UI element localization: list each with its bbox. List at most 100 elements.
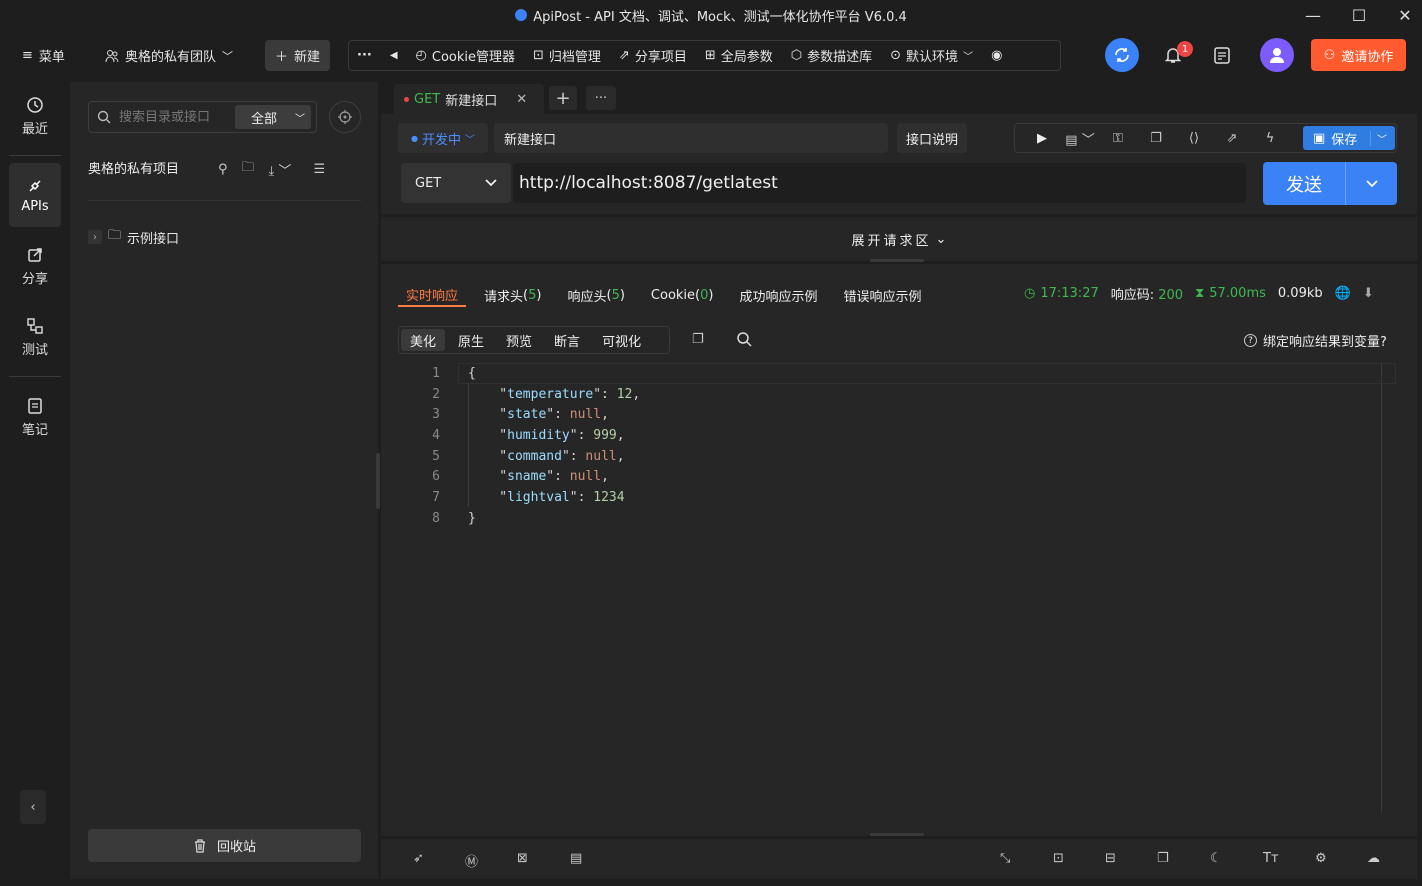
archive-button[interactable]: ⊡ 归档管理	[533, 46, 601, 65]
team-selector[interactable]: 奥格的私有团队 ﹀	[105, 46, 233, 65]
nav-item-apis[interactable]: APIs	[9, 163, 61, 227]
nav-item-test[interactable]: 测试	[9, 305, 61, 369]
view-visualize[interactable]: 可视化	[593, 329, 650, 351]
view-raw[interactable]: 原生	[449, 329, 493, 351]
tab-success-example[interactable]: 成功响应示例	[739, 283, 829, 307]
maximize-button[interactable]: ☐	[1336, 0, 1382, 30]
rocket-icon[interactable]: ➶	[413, 851, 424, 866]
share-icon[interactable]: ⇗	[1213, 131, 1251, 146]
invite-button[interactable]: ⚇ 邀请协作	[1311, 39, 1406, 71]
notes-button[interactable]	[1205, 38, 1239, 72]
tab-response-headers[interactable]: 响应头(5)	[567, 283, 636, 307]
status-select[interactable]: ● 开发中 ﹀	[398, 123, 488, 153]
tab-realtime[interactable]: 实时响应	[398, 283, 467, 307]
download-icon[interactable]: ⬇	[1363, 286, 1374, 301]
settings-icon[interactable]: ⚙	[1315, 851, 1327, 866]
count: 5	[528, 287, 537, 303]
terminal-icon[interactable]: ⊡	[1053, 851, 1064, 866]
view-assert[interactable]: 断言	[545, 329, 589, 351]
lock-icon[interactable]: ⚿	[1099, 131, 1137, 146]
tab-cookie[interactable]: Cookie(0)	[651, 283, 726, 307]
cookie-manager-button[interactable]: ◴ Cookie管理器	[416, 46, 515, 65]
add-tab-button[interactable]: +	[549, 86, 577, 110]
scope-select[interactable]: 全部 ﹀	[235, 105, 311, 129]
search-icon	[97, 110, 111, 124]
cookie-icon: ◴	[415, 48, 427, 63]
close-icon[interactable]: ✕	[516, 92, 527, 107]
code-text: "lightval": 1234	[468, 490, 625, 506]
search-icon[interactable]	[736, 331, 752, 347]
double-chevron-down-icon: ⌄	[935, 231, 947, 247]
response-body-editor[interactable]: 1{2 "temperature": 12, 3 "state": null, 4 …	[398, 363, 1397, 813]
view-preview[interactable]: 预览	[497, 329, 541, 351]
environment-selector[interactable]: ⊙ 默认环境 ﹀	[890, 46, 973, 65]
team-icon	[105, 49, 119, 62]
recycle-bin-button[interactable]: 回收站	[88, 829, 361, 862]
menu-icon: ≡	[22, 48, 33, 63]
save-button[interactable]: ▣ 保存 ﹀	[1303, 126, 1395, 150]
more-icon[interactable]: ···	[357, 48, 372, 63]
response-tabs: 实时响应 请求头(5) 响应头(5) Cookie(0) 成功响应示例 错误响应…	[398, 283, 948, 307]
locate-button[interactable]	[329, 101, 361, 133]
tree-folder[interactable]: › 🗀 示例接口	[88, 226, 179, 248]
method-select[interactable]: GET	[401, 163, 511, 203]
tab-more-button[interactable]: ···	[586, 86, 616, 110]
avatar[interactable]	[1260, 38, 1294, 72]
json-key: humidity	[507, 427, 570, 443]
resize-handle[interactable]	[870, 833, 924, 836]
expand-request-bar[interactable]: 展开请求区 ⌄	[381, 217, 1417, 261]
json-key: sname	[507, 469, 547, 485]
cloud-download-icon[interactable]: ☁	[1367, 851, 1380, 866]
flash-icon[interactable]: ϟ	[1251, 131, 1289, 146]
bind-to-variable-link[interactable]: ? 绑定响应结果到变量?	[1244, 331, 1387, 350]
add-api-icon[interactable]: ⚲	[218, 162, 228, 177]
archive-icon[interactable]: ▤	[570, 851, 582, 866]
nav-item-notes[interactable]: 笔记	[9, 385, 61, 449]
scroll-left-icon[interactable]: ◀	[390, 50, 398, 61]
request-tab[interactable]: GET 新建接口 ✕	[394, 84, 544, 114]
chevron-down-icon[interactable]: ﹀	[1370, 130, 1387, 146]
code-icon[interactable]: ⟨⟩	[1175, 131, 1213, 146]
minimize-button[interactable]: —	[1290, 0, 1336, 30]
api-name-input[interactable]: 新建接口	[494, 123, 888, 153]
import-icon[interactable]: ⤓ ﹀	[269, 160, 292, 179]
markdown-icon[interactable]: Ⓜ	[465, 851, 478, 870]
param-library-button[interactable]: ⬡ 参数描述库	[791, 46, 872, 65]
line-number: 7	[432, 490, 440, 506]
chevron-right-icon[interactable]: ›	[88, 230, 102, 244]
globe-icon[interactable]: 🌐	[1335, 286, 1351, 301]
resize-handle[interactable]	[870, 259, 924, 262]
nav-item-recent[interactable]: 最近	[9, 84, 61, 148]
search-input[interactable]	[119, 109, 227, 125]
sync-button[interactable]	[1105, 38, 1139, 72]
sort-icon[interactable]: ☰	[313, 162, 325, 177]
moon-icon[interactable]: ☾	[1210, 851, 1222, 866]
url-input[interactable]: http://localhost:8087/getlatest	[513, 163, 1246, 203]
run-icon[interactable]: ▶	[1023, 131, 1061, 146]
doc-icon[interactable]: ▤ ﹀	[1061, 129, 1099, 148]
close-window-button[interactable]: ✕	[1382, 0, 1422, 30]
new-folder-icon[interactable]: 🗀	[242, 158, 255, 180]
tab-error-example[interactable]: 错误响应示例	[844, 283, 934, 307]
tab-request-headers[interactable]: 请求头(5)	[484, 283, 553, 307]
editor-scrollbar[interactable]	[1381, 363, 1397, 813]
compress-icon[interactable]: ⤡	[1000, 851, 1010, 866]
nav-item-share[interactable]: 分享	[9, 234, 61, 298]
sidebar-resize-handle[interactable]	[376, 453, 380, 509]
send-button[interactable]: 发送	[1263, 162, 1397, 205]
copy-icon[interactable]: ❐	[1157, 851, 1169, 866]
layout-icon[interactable]: ⊟	[1105, 851, 1116, 866]
new-button[interactable]: ＋ 新建	[265, 40, 330, 71]
font-size-icon[interactable]: Tт	[1263, 851, 1279, 866]
view-beautify[interactable]: 美化	[401, 329, 446, 351]
collapse-sidebar-button[interactable]: ‹	[20, 790, 46, 824]
chevron-down-icon[interactable]	[1345, 162, 1397, 205]
copy-icon[interactable]: ❐	[692, 332, 704, 347]
menu-button[interactable]: ≡ 菜单	[22, 46, 65, 65]
eye-icon[interactable]: ◉	[991, 48, 1002, 63]
global-params-button[interactable]: ⊞ 全局参数	[705, 46, 773, 65]
api-description-button[interactable]: 接口说明	[897, 123, 967, 153]
mock-icon[interactable]: ⊠	[517, 851, 528, 866]
copy-icon[interactable]: ❐	[1137, 131, 1175, 146]
share-project-button[interactable]: ⇗ 分享项目	[619, 46, 687, 65]
